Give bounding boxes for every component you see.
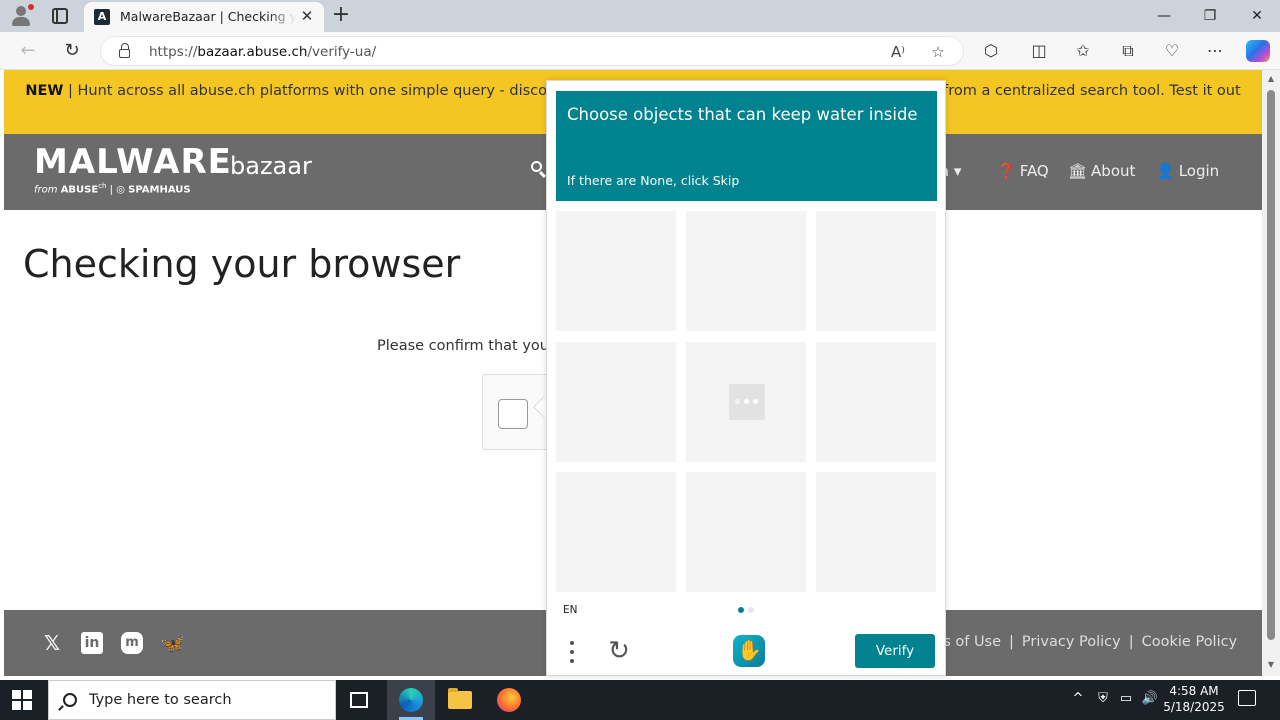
search-icon [63,693,77,707]
challenge-prompt: Choose objects that can keep water insid… [556,91,937,201]
page-indicator-active [738,607,744,613]
restore-icon[interactable]: ❐ [1198,4,1222,28]
firefox-icon [497,688,521,712]
challenge-tile[interactable] [816,342,936,462]
challenge-tile[interactable] [816,472,936,592]
challenge-tile[interactable] [686,472,806,592]
window-close-icon[interactable]: ✕ [1245,4,1269,28]
favorite-star-icon[interactable]: ☆ [927,41,949,63]
confirm-text: Please confirm that you [377,338,549,354]
play-icon [1137,535,1182,587]
split-screen-icon[interactable]: ◫ [1028,40,1050,62]
linkedin-icon[interactable]: in [81,632,103,654]
windows-taskbar: Type here to search ^ ⛨ ▭ 🔊 4:58 AM 5/18… [0,680,1280,720]
new-label: NEW [25,83,64,99]
challenge-tile[interactable] [556,472,676,592]
file-explorer-icon [448,688,472,709]
footer-links: ns of Use | Privacy Policy | Cookie Policy [934,634,1238,650]
challenge-tile[interactable] [556,342,676,462]
taskbar-search-box[interactable]: Type here to search [48,680,336,720]
file-explorer-taskbar-button[interactable] [436,680,484,720]
bluesky-icon[interactable]: 🦋 [160,631,185,655]
footer-link-cookie[interactable]: Cookie Policy [1142,634,1238,650]
footer-link-privacy[interactable]: Privacy Policy [1022,634,1121,650]
scrollbar-thumb[interactable] [1267,90,1275,640]
x-icon[interactable]: 𝕏 [40,631,64,655]
more-icon[interactable]: ⋯ [1204,40,1226,62]
collections-icon[interactable]: ⧉ [1117,40,1139,62]
favorites-icon[interactable]: ✩ [1072,40,1094,62]
building-icon: 🏛 [1068,162,1088,180]
lock-icon[interactable] [119,43,130,58]
tray-security-icon[interactable]: ⛨ [1094,691,1112,706]
scroll-down-icon[interactable]: ▼ [1266,660,1276,670]
address-bar[interactable]: https://bazaar.abuse.ch/verify-ua/ A⁾ ☆ [100,36,964,66]
challenge-prompt-subtitle: If there are None, click Skip [567,173,740,188]
taskbar-search-placeholder: Type here to search [89,692,232,708]
tray-chevron-icon[interactable]: ^ [1069,691,1087,706]
read-aloud-icon[interactable]: A⁾ [887,41,909,63]
logo-malware[interactable]: MALWARE [34,142,232,182]
page-scrollbar[interactable]: ▲ ▼ [1262,70,1280,676]
logo-bazaar[interactable]: bazaar [230,152,312,180]
browser-essentials-icon[interactable]: ♡ [1161,40,1183,62]
minimize-icon[interactable]: — [1152,4,1176,28]
question-circle-icon: ❓ [997,162,1016,180]
nav-login[interactable]: 👤 Login [1156,162,1219,180]
back-icon[interactable]: ← [17,40,39,62]
url-text[interactable]: https://bazaar.abuse.ch/verify-ua/ [149,44,376,60]
copilot-icon[interactable] [1246,40,1270,62]
malwarebazaar-favicon-icon: A [94,9,110,25]
tab-title: MalwareBazaar | Checking your browser [120,9,296,24]
extensions-icon[interactable]: ⬡ [980,40,1002,62]
nav-faq[interactable]: ❓ FAQ [997,162,1049,180]
firefox-taskbar-button[interactable] [485,680,533,720]
scroll-up-icon[interactable]: ▲ [1266,74,1276,84]
edge-taskbar-button[interactable] [387,680,435,720]
profile-icon[interactable] [8,4,34,28]
clock-time: 4:58 AM [1169,684,1219,698]
windows-start-icon[interactable] [12,690,32,710]
clock-date: 5/18/2025 [1163,700,1225,714]
tab-actions-icon[interactable] [52,8,68,24]
challenge-tile[interactable] [686,211,806,331]
taskbar-clock[interactable]: 4:58 AM 5/18/2025 [1160,683,1228,715]
challenge-refresh-icon[interactable]: ↻ [605,637,633,665]
nav-about[interactable]: 🏛 About [1068,162,1135,180]
network-icon[interactable]: ▭ [1117,691,1135,706]
mastodon-icon[interactable]: m [121,632,143,654]
task-view-button[interactable] [336,680,384,720]
tab-close-icon[interactable]: ✕ [298,7,316,25]
volume-icon[interactable]: 🔊 [1141,691,1159,706]
edge-icon [399,688,423,712]
refresh-icon[interactable]: ↻ [61,40,83,62]
caret-down-icon: ▾ [953,162,962,180]
challenge-menu-icon[interactable] [569,639,575,665]
language-selector[interactable]: EN [563,604,578,616]
tile-loading-icon [729,384,765,420]
page-indicator-inactive [748,607,754,613]
page-title: Checking your browser [23,242,461,286]
browser-toolbar: ← ↻ https://bazaar.abuse.ch/verify-ua/ A… [0,32,1280,70]
browser-tab[interactable]: A MalwareBazaar | Checking your browser … [84,2,324,32]
anyrun-watermark: ANY RUN [1034,535,1280,587]
task-view-icon [350,692,368,708]
browser-tab-strip: A MalwareBazaar | Checking your browser … [0,0,1280,32]
hcaptcha-challenge: Choose objects that can keep water insid… [546,80,946,676]
user-icon: 👤 [1156,162,1175,180]
hcaptcha-logo-icon[interactable] [733,635,765,667]
new-tab-plus-icon[interactable]: + [330,4,352,26]
logo-byline: from ABUSEch | ◎ SPAMHAUS [34,182,191,196]
challenge-tile[interactable] [556,211,676,331]
notifications-icon[interactable] [1238,690,1256,706]
verify-button[interactable]: Verify [855,634,935,668]
challenge-tile[interactable] [816,211,936,331]
captcha-checkbox[interactable] [498,399,528,429]
challenge-prompt-title: Choose objects that can keep water insid… [567,105,918,124]
